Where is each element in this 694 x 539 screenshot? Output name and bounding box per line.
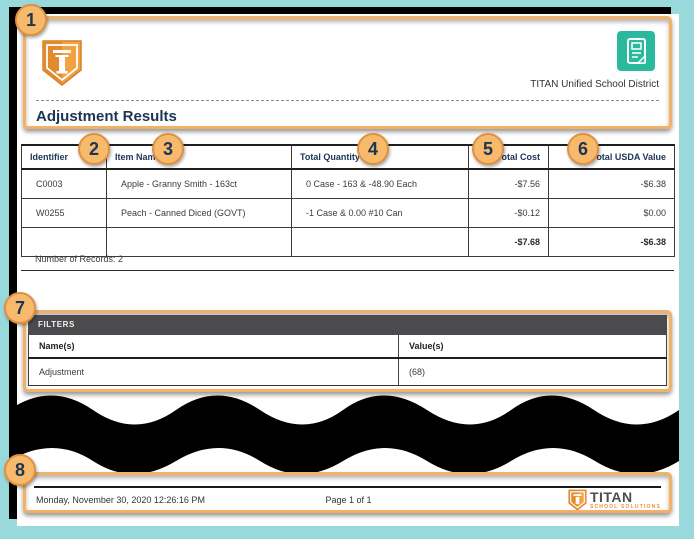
filters-row: Adjustment (68) (27, 358, 667, 386)
table-row: C0003 Apple - Granny Smith - 163ct 0 Cas… (21, 168, 675, 199)
callout-8: 8 (4, 454, 36, 486)
callout-2: 2 (78, 133, 110, 165)
filters-section-header: FILTERS (28, 315, 667, 335)
cell-item-name: Apple - Granny Smith - 163ct (106, 168, 292, 199)
cell-total-usda-value: -$6.38 (548, 168, 675, 199)
cell-total-quantity: 0 Case - 163 & -48.90 Each (291, 168, 469, 199)
report-page: TITAN Unified School District Adjustment… (4, 4, 679, 526)
footer-highlight-box: Monday, November 30, 2020 12:26:16 PM Pa… (23, 472, 672, 513)
cell-total-usda-sum: -$6.38 (548, 226, 675, 257)
torn-page-wave-separator (9, 395, 679, 474)
cell-item-name: Peach - Canned Diced (GOVT) (106, 197, 292, 228)
annotated-report-screenshot: { "header": { "district_name": "TITAN Un… (0, 0, 694, 539)
filters-table: Name(s) Value(s) Adjustment (68) (27, 335, 667, 386)
callout-4: 4 (357, 133, 389, 165)
titan-shield-logo-icon (41, 39, 83, 92)
callout-5: 5 (472, 133, 504, 165)
callout-3: 3 (152, 133, 184, 165)
col-filter-names: Name(s) (27, 335, 400, 359)
cell-empty (21, 226, 107, 257)
col-item-name: Item Name (106, 144, 292, 170)
cell-total-cost-sum: -$7.68 (468, 226, 549, 257)
filters-highlight-box: FILTERS Name(s) Value(s) Adjustment (68) (23, 310, 672, 392)
report-document-icon (617, 31, 655, 76)
titan-shield-icon (568, 489, 587, 511)
cell-total-cost: -$7.56 (468, 168, 549, 199)
callout-1: 1 (15, 4, 47, 36)
report-title: Adjustment Results (36, 108, 177, 125)
table-totals-row: -$7.68 -$6.38 (21, 226, 675, 257)
callout-7: 7 (4, 292, 36, 324)
cell-filter-value: (68) (398, 358, 667, 386)
header-divider (36, 100, 659, 101)
cell-total-usda-value: $0.00 (548, 197, 675, 228)
cell-identifier: C0003 (21, 168, 107, 199)
cell-empty (106, 226, 292, 257)
record-count-label: Number of Records: 2 (35, 254, 124, 264)
footer-logo-name: TITAN (589, 489, 633, 505)
district-name: TITAN Unified School District (530, 79, 659, 90)
footer: Monday, November 30, 2020 12:26:16 PM Pa… (36, 488, 661, 512)
cell-total-quantity: -1 Case & 0.00 #10 Can (291, 197, 469, 228)
col-filter-values: Value(s) (398, 335, 667, 359)
records-divider (21, 270, 674, 271)
titan-footer-logo: TITAN SCHOOL SOLUTIONS (568, 489, 661, 511)
cell-empty (291, 226, 469, 257)
filters-header-row: Name(s) Value(s) (27, 335, 667, 359)
footer-logo-tagline: SCHOOL SOLUTIONS (589, 504, 661, 510)
callout-6: 6 (567, 133, 599, 165)
table-row: W0255 Peach - Canned Diced (GOVT) -1 Cas… (21, 197, 675, 228)
cell-filter-name: Adjustment (27, 358, 400, 386)
cell-identifier: W0255 (21, 197, 107, 228)
cell-total-cost: -$0.12 (468, 197, 549, 228)
header-highlight-box: TITAN Unified School District Adjustment… (23, 16, 672, 129)
